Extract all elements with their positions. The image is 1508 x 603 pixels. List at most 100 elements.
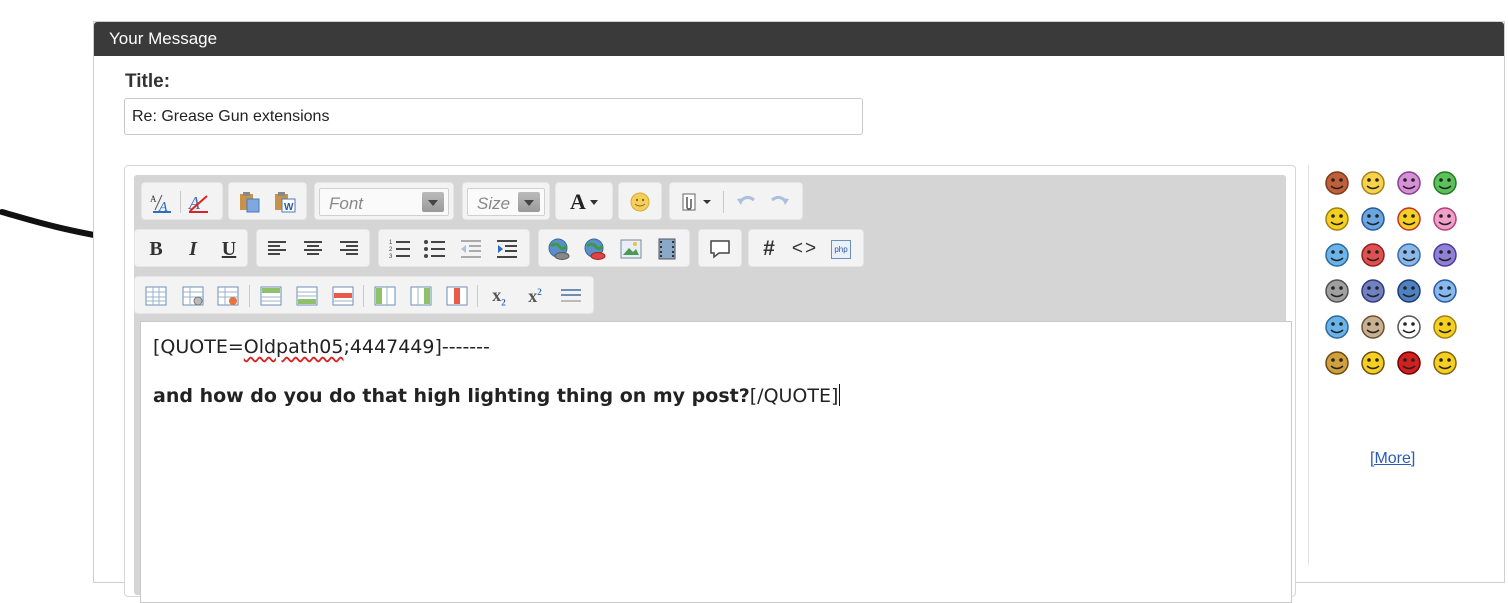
smilie-icon[interactable] (628, 191, 652, 213)
insert-column-before-icon[interactable] (373, 285, 397, 307)
199-icon[interactable] (1359, 313, 1387, 341)
laugh-icon[interactable] (1323, 205, 1351, 233)
link-icon[interactable] (547, 238, 571, 260)
unlink-icon[interactable] (583, 238, 607, 260)
subscript-glyph: x (492, 284, 502, 305)
grey-eek-icon[interactable] (1323, 277, 1351, 305)
toolbar-group-table: x2 x2 (134, 276, 594, 314)
text-color-button[interactable]: A (566, 189, 602, 214)
font-select[interactable]: Font (319, 188, 449, 216)
delete-row-icon[interactable] (331, 285, 355, 307)
numbered-list-icon[interactable]: 123 (388, 238, 412, 260)
subscript-digit: 2 (501, 297, 506, 308)
insert-row-below-icon[interactable] (295, 285, 319, 307)
hash-icon: # (763, 237, 775, 260)
superscript-icon: x2 (528, 286, 542, 307)
blue-smile-icon[interactable] (1323, 241, 1351, 269)
panel-header: Your Message (94, 22, 1504, 56)
toolbar-group-style: B I U (134, 229, 248, 267)
toolbar-group-lists: 123 (378, 229, 530, 267)
rolleyes-icon[interactable] (1359, 277, 1387, 305)
hand-icon[interactable] (1323, 349, 1351, 377)
subscript-button[interactable]: x2 (487, 284, 511, 308)
dots-icon[interactable] (1431, 349, 1459, 377)
confused-icon[interactable] (1395, 241, 1423, 269)
message-textarea[interactable]: [QUOTE=Oldpath05;4447449]------- and how… (140, 321, 1292, 603)
superscript-glyph: x (528, 285, 538, 306)
horizontal-rule-icon[interactable] (559, 285, 583, 307)
toolbar-group-insert (538, 229, 690, 267)
love-icon[interactable] (1395, 169, 1423, 197)
insert-column-after-icon[interactable] (409, 285, 433, 307)
table-icon[interactable] (144, 285, 168, 307)
italic-button[interactable]: I (181, 238, 205, 260)
align-right-icon[interactable] (337, 238, 361, 260)
svg-text:A: A (150, 194, 157, 204)
dance-icon[interactable] (1359, 349, 1387, 377)
clear-format-icon[interactable]: A (186, 191, 210, 213)
delete-column-icon[interactable] (445, 285, 469, 307)
purple-frown-icon[interactable] (1431, 241, 1459, 269)
wink-tongue-icon[interactable] (1431, 205, 1459, 233)
toolbar-group-font: Font (314, 182, 454, 220)
smilies-panel: [More] (1308, 165, 1469, 565)
outdent-icon[interactable] (459, 238, 483, 260)
thumbs-icon[interactable] (1431, 313, 1459, 341)
bold-glyph: B (149, 237, 163, 260)
toolbar-group-code: # <> php (748, 229, 864, 267)
chevron-down-icon (422, 192, 444, 212)
thought-icon[interactable] (1395, 313, 1423, 341)
more-smilies-link[interactable]: [More] (1370, 450, 1415, 468)
quote-body-line: and how do you do that high lighting thi… (153, 384, 841, 407)
tongue-icon[interactable] (1395, 205, 1423, 233)
indent-icon[interactable] (495, 238, 519, 260)
smile-icon[interactable] (1359, 169, 1387, 197)
hash-tag-button[interactable]: # (757, 237, 781, 260)
blue-grin-icon[interactable] (1395, 277, 1423, 305)
quote-icon[interactable] (708, 238, 732, 260)
hi-icon[interactable] (1323, 169, 1351, 197)
code-button[interactable]: <> (792, 238, 817, 260)
title-label: Title: (125, 71, 171, 92)
align-left-icon[interactable] (265, 238, 289, 260)
attachment-icon[interactable] (679, 191, 715, 213)
delete-table-icon[interactable] (216, 285, 240, 307)
size-select[interactable]: Size (467, 188, 545, 216)
remove-format-icon[interactable]: AA (149, 191, 173, 213)
toolbar-group-quote (698, 229, 742, 267)
heart-icon[interactable] (1395, 349, 1423, 377)
bold-button[interactable]: B (144, 238, 168, 260)
mad-icon[interactable] (1359, 241, 1387, 269)
paste-icon[interactable] (238, 191, 262, 213)
php-icon: php (831, 239, 851, 259)
toolbar-group-attach (669, 182, 803, 220)
shocked-icon[interactable] (1431, 277, 1459, 305)
underline-glyph: U (221, 237, 237, 260)
paste-word-icon[interactable]: W (273, 191, 297, 213)
superscript-button[interactable]: x2 (523, 285, 547, 307)
image-icon[interactable] (619, 238, 643, 260)
chevron-down-icon (589, 199, 598, 205)
bullet-list-icon[interactable] (423, 238, 447, 260)
title-input[interactable] (124, 98, 863, 135)
toolbar-group-format: AA A (141, 182, 223, 220)
blue-wink-icon[interactable] (1323, 313, 1351, 341)
toolbar-group-paste: W (228, 182, 307, 220)
quote-body-text: and how do you do that high lighting thi… (153, 385, 750, 407)
underline-button[interactable]: U (217, 238, 241, 260)
undo-icon[interactable] (734, 191, 758, 213)
table-properties-icon[interactable] (181, 285, 205, 307)
editor-frame: AA A W Font Size A B I U 1 2 3 # <> php … (124, 165, 1296, 603)
php-button[interactable]: php (829, 238, 853, 260)
editor-toolbar-area: AA A W Font Size A B I U 1 2 3 # <> php … (134, 175, 1292, 603)
insert-row-above-icon[interactable] (259, 285, 283, 307)
size-select-label: Size (477, 194, 511, 213)
redo-icon[interactable] (768, 191, 792, 213)
svg-text:1: 1 (389, 240, 393, 246)
align-center-icon[interactable] (301, 238, 325, 260)
cool-icon[interactable] (1359, 205, 1387, 233)
video-icon[interactable] (655, 238, 679, 260)
text-cursor (839, 384, 841, 406)
toolbar-group-align (256, 229, 370, 267)
grin-icon[interactable] (1431, 169, 1459, 197)
